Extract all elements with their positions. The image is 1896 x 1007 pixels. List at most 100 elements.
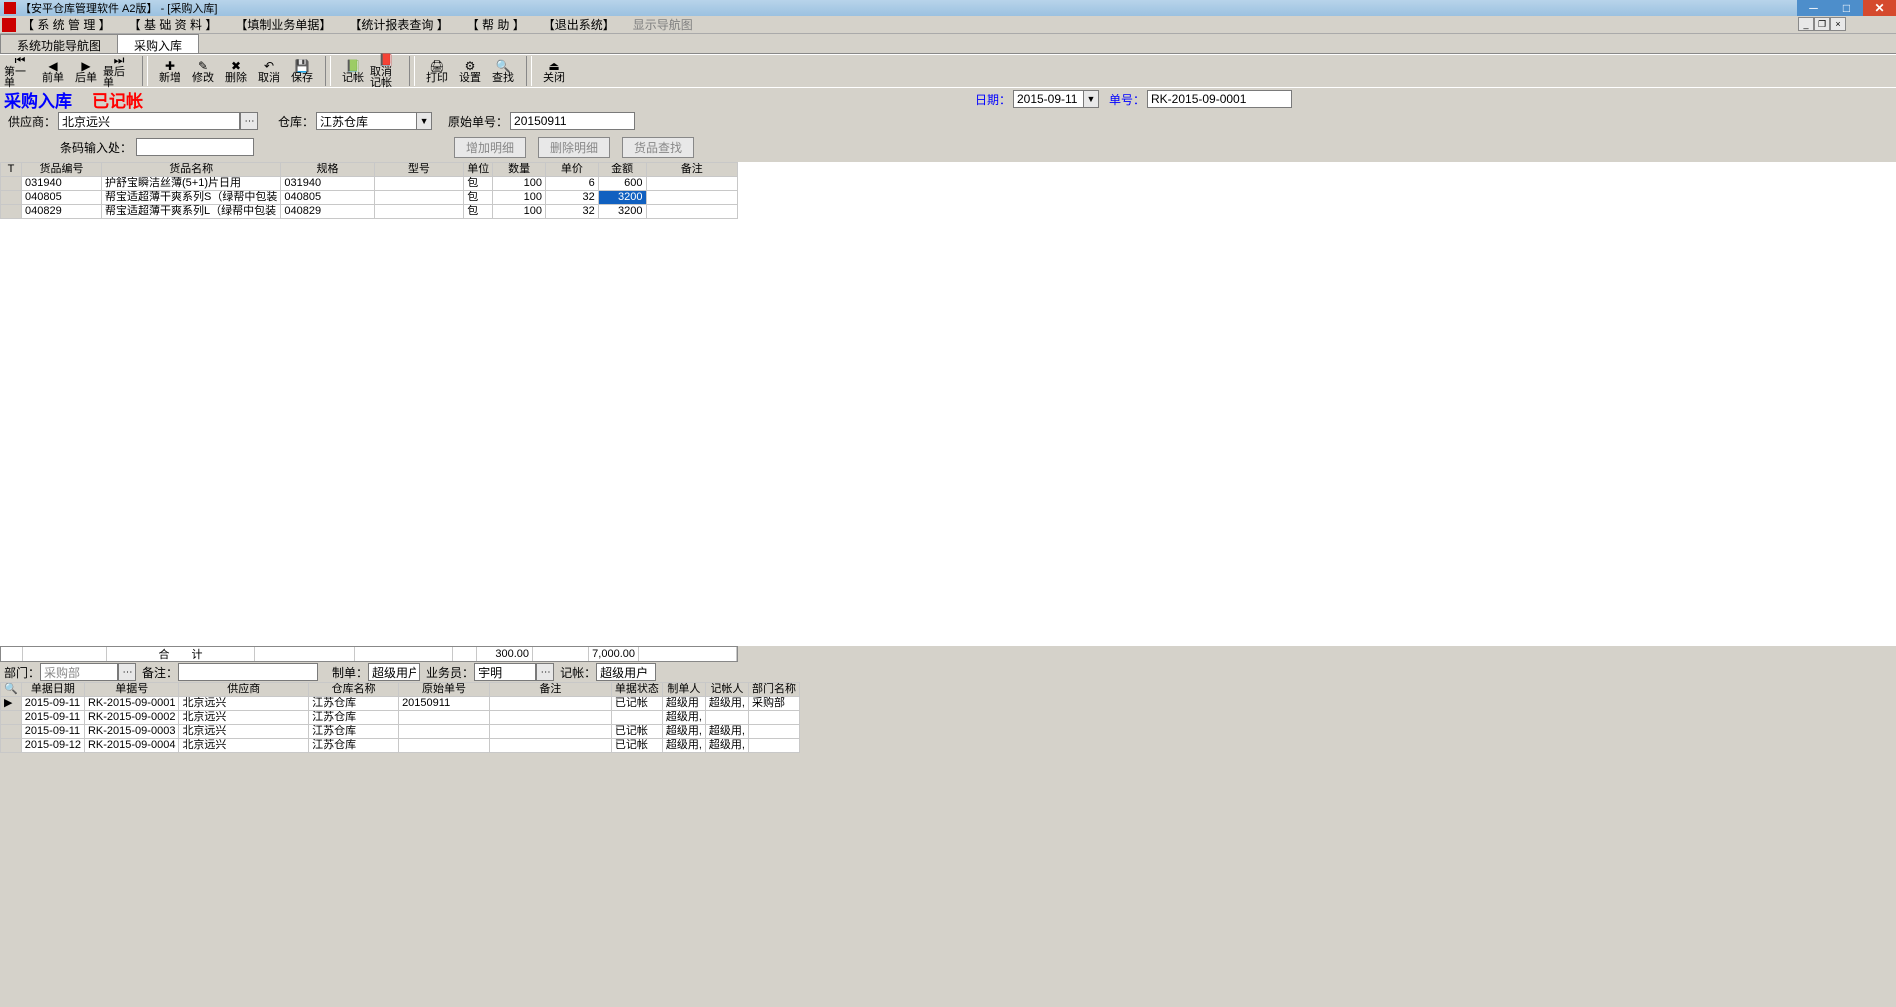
- menu-system[interactable]: 【 系 统 管 理 】: [22, 16, 111, 33]
- minimize-button[interactable]: ─: [1797, 0, 1830, 16]
- bcol-header[interactable]: 制单人: [662, 683, 705, 697]
- menu-nav[interactable]: 显示导航图: [633, 16, 693, 33]
- col-header[interactable]: T: [1, 163, 22, 177]
- bcol-header[interactable]: 单据日期: [21, 683, 84, 697]
- toolbar-icon: ⏮: [12, 53, 28, 67]
- tbtn-删除[interactable]: ✖删除: [220, 56, 252, 86]
- tbtn-取消记帐[interactable]: 📕取消记帐: [370, 56, 402, 86]
- col-header[interactable]: 型号: [374, 163, 464, 177]
- bcol-header[interactable]: 仓库名称: [309, 683, 399, 697]
- tab-nav[interactable]: 系统功能导航图: [0, 34, 118, 53]
- totals-qty: 300.00: [477, 647, 533, 661]
- col-header[interactable]: 货品编号: [22, 163, 102, 177]
- close-button[interactable]: ✕: [1863, 0, 1896, 16]
- mdi-restore-button[interactable]: ❐: [1814, 17, 1830, 31]
- col-header[interactable]: 货品名称: [102, 163, 281, 177]
- clerk-lookup-button[interactable]: ⋯: [536, 663, 554, 681]
- supplier-input[interactable]: [58, 112, 240, 130]
- barcode-row: 条码输入处： 增加明细 删除明细 货品查找: [0, 132, 1896, 162]
- toolbar-label: 取消记帐: [370, 67, 402, 89]
- tbtn-关闭[interactable]: ⏏关闭: [538, 56, 570, 86]
- tbtn-取消[interactable]: ↶取消: [253, 56, 285, 86]
- tab-purchase-in[interactable]: 采购入库: [117, 34, 199, 53]
- mdi-min-button[interactable]: _: [1798, 17, 1814, 31]
- header-row: 采购入库 已记帐 日期： ▼ 单号：: [0, 88, 1896, 110]
- toolbar-icon: ✖: [228, 59, 244, 73]
- bcol-header[interactable]: 原始单号: [399, 683, 490, 697]
- find-product-button[interactable]: 货品查找: [622, 137, 694, 158]
- tbtn-保存[interactable]: 💾保存: [286, 56, 318, 86]
- supplier-lookup-button[interactable]: ⋯: [240, 112, 258, 130]
- toolbar-label: 前单: [42, 73, 64, 84]
- menu-basic[interactable]: 【 基 础 资 料 】: [129, 16, 218, 33]
- bcol-header[interactable]: 🔍: [1, 683, 22, 697]
- toolbar-label: 设置: [459, 73, 481, 84]
- docno-input[interactable]: [1147, 90, 1292, 108]
- table-row[interactable]: 031940护舒宝瞬洁丝薄(5+1)片日用031940包1006600: [1, 177, 738, 191]
- remark-input[interactable]: [178, 663, 318, 681]
- tbtn-后单[interactable]: ▶后单: [70, 56, 102, 86]
- detail-grid[interactable]: T货品编号货品名称规格型号单位数量单价金额备注 031940护舒宝瞬洁丝薄(5+…: [0, 162, 738, 219]
- doc-row[interactable]: 2015-09-12RK-2015-09-0004北京远兴江苏仓库已记帐超级用,…: [1, 739, 800, 753]
- clerk-input[interactable]: [474, 663, 536, 681]
- poster-label: 记帐：: [560, 664, 596, 681]
- supplier-label: 供应商：: [8, 113, 56, 130]
- toolbar-icon: ✚: [162, 59, 178, 73]
- col-header[interactable]: 金额: [598, 163, 646, 177]
- warehouse-combo[interactable]: ▼: [316, 112, 432, 130]
- tbtn-设置[interactable]: ⚙设置: [454, 56, 486, 86]
- bcol-header[interactable]: 部门名称: [748, 683, 799, 697]
- bcol-header[interactable]: 单据号: [84, 683, 178, 697]
- date-combo[interactable]: ▼: [1013, 90, 1099, 108]
- col-header[interactable]: 数量: [493, 163, 546, 177]
- add-detail-button[interactable]: 增加明细: [454, 137, 526, 158]
- origdoc-input[interactable]: [510, 112, 635, 130]
- bcol-header[interactable]: 备注: [489, 683, 611, 697]
- table-row[interactable]: 040805帮宝适超薄干爽系列S（绿帮中包装040805包100323200: [1, 191, 738, 205]
- maximize-button[interactable]: □: [1830, 0, 1863, 16]
- mdi-close-button[interactable]: ×: [1830, 17, 1846, 31]
- app-icon: [4, 2, 16, 14]
- barcode-input[interactable]: [136, 138, 254, 156]
- supplier-lookup[interactable]: ⋯: [58, 112, 258, 130]
- menu-doc[interactable]: 【填制业务单据】: [235, 16, 331, 33]
- clerk-label: 业务员：: [426, 664, 474, 681]
- tbtn-前单[interactable]: ◀前单: [37, 56, 69, 86]
- doc-row[interactable]: 2015-09-11RK-2015-09-0002北京远兴江苏仓库超级用,: [1, 711, 800, 725]
- bcol-header[interactable]: 单据状态: [611, 683, 662, 697]
- bcol-header[interactable]: 记帐人: [705, 683, 748, 697]
- col-header[interactable]: 单价: [546, 163, 599, 177]
- doc-row[interactable]: 2015-09-11RK-2015-09-0003北京远兴江苏仓库已记帐超级用,…: [1, 725, 800, 739]
- tbtn-查找[interactable]: 🔍查找: [487, 56, 519, 86]
- doc-row[interactable]: ▶2015-09-11RK-2015-09-0001北京远兴江苏仓库201509…: [1, 697, 800, 711]
- toolbar-label: 后单: [75, 73, 97, 84]
- toolbar-icon: ⏏: [546, 59, 562, 73]
- bcol-header[interactable]: 供应商: [179, 683, 309, 697]
- toolbar-icon: ↶: [261, 59, 277, 73]
- menubar: 【 系 统 管 理 】 【 基 础 资 料 】 【填制业务单据】 【统计报表查询…: [0, 16, 1896, 34]
- menu-app-icon: [2, 18, 16, 32]
- warehouse-dropdown-icon[interactable]: ▼: [416, 112, 432, 130]
- col-header[interactable]: 单位: [464, 163, 493, 177]
- tbtn-最后单[interactable]: ⏭最后单: [103, 56, 135, 86]
- dept-input[interactable]: [40, 663, 118, 681]
- date-input[interactable]: [1013, 90, 1083, 108]
- table-row[interactable]: 040829帮宝适超薄干爽系列L（绿帮中包装040829包100323200: [1, 205, 738, 219]
- tbtn-打印[interactable]: 🖨打印: [421, 56, 453, 86]
- col-header[interactable]: 规格: [281, 163, 374, 177]
- form-row2: 供应商： ⋯ 仓库： ▼ 原始单号：: [0, 110, 1896, 132]
- toolbar-icon: 💾: [294, 59, 310, 73]
- documents-grid[interactable]: 🔍单据日期单据号供应商仓库名称原始单号备注单据状态制单人记帐人部门名称 ▶201…: [0, 682, 800, 753]
- tbtn-第一单[interactable]: ⏮第一单: [4, 56, 36, 86]
- menu-report[interactable]: 【统计报表查询 】: [349, 16, 448, 33]
- menu-help[interactable]: 【 帮 助 】: [467, 16, 525, 33]
- col-header[interactable]: 备注: [646, 163, 738, 177]
- menu-exit[interactable]: 【退出系统】: [543, 16, 615, 33]
- dept-lookup-button[interactable]: ⋯: [118, 663, 136, 681]
- warehouse-input[interactable]: [316, 112, 416, 130]
- del-detail-button[interactable]: 删除明细: [538, 137, 610, 158]
- date-dropdown-icon[interactable]: ▼: [1083, 90, 1099, 108]
- tbtn-修改[interactable]: ✎修改: [187, 56, 219, 86]
- tbtn-记帐[interactable]: 📗记帐: [337, 56, 369, 86]
- tbtn-新增[interactable]: ✚新增: [154, 56, 186, 86]
